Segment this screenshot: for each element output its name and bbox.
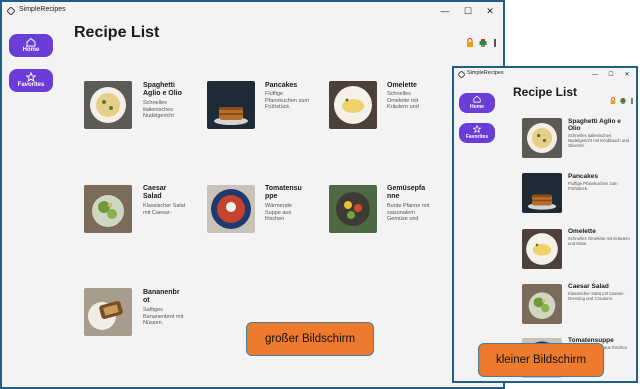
recipe-title: Omelette xyxy=(387,82,417,89)
lock-icon[interactable] xyxy=(610,97,616,105)
star-icon xyxy=(473,125,481,133)
recipe-description: Schnelles italienisches Nudelgericht mit… xyxy=(568,133,629,149)
recipe-image-pancakes xyxy=(207,81,255,129)
recipe-title: Spaghetti Aglio e Olio xyxy=(568,118,621,133)
title-bar: SimpleRecipes — ☐ ✕ xyxy=(2,2,503,22)
recipe-title: Gemüsepfa nne xyxy=(387,185,426,201)
nav-favorites-button[interactable]: Favorites xyxy=(459,123,495,143)
nav-favorites-label: Favorites xyxy=(465,134,489,140)
lock-icon[interactable] xyxy=(466,38,474,48)
app-icon xyxy=(7,7,15,15)
recipe-image-gemuesepfanne xyxy=(329,185,377,233)
minimize-button[interactable]: — xyxy=(438,4,452,18)
app-icon xyxy=(458,71,465,78)
app-title: SimpleRecipes xyxy=(19,6,66,13)
recipe-image-bananenbrot xyxy=(84,288,132,336)
recipe-image-caesar-salad xyxy=(522,284,562,324)
recipe-title: Caesar Salad xyxy=(143,185,167,201)
recipe-title: Bananenbr ot xyxy=(143,289,180,305)
callout-small-screen: kleiner Bildschirm xyxy=(478,343,604,377)
large-window: SimpleRecipes — ☐ ✕ Home Favorites Recip… xyxy=(0,0,505,389)
callout-large-screen: großer Bildschirm xyxy=(246,322,374,356)
star-icon xyxy=(26,72,36,82)
nav-home-label: Home xyxy=(22,47,40,53)
nav-favorites-label: Favorites xyxy=(17,82,45,88)
recipe-image-caesar-salad xyxy=(84,185,132,233)
minimize-button[interactable]: — xyxy=(588,68,602,82)
nav-home-label: Home xyxy=(470,104,484,110)
maximize-button[interactable]: ☐ xyxy=(604,68,618,82)
recipe-image-pancakes xyxy=(522,173,562,213)
recipe-image-tomatensuppe xyxy=(207,185,255,233)
recipe-description: Saftiges Bananenbrot mit Nüssen. xyxy=(143,307,184,327)
printer-icon[interactable] xyxy=(479,38,487,48)
home-icon xyxy=(26,37,36,47)
recipe-description: Schnelles Omelette mit Kräutern und Käse… xyxy=(568,236,630,247)
more-icon[interactable] xyxy=(629,97,635,105)
nav-home-button[interactable]: Home xyxy=(459,93,495,113)
more-icon[interactable] xyxy=(491,38,499,48)
nav-favorites-button[interactable]: Favorites xyxy=(9,69,53,92)
recipe-description: Fluffige Pfannkuchen zum Frühstück. xyxy=(568,181,618,192)
close-button[interactable]: ✕ xyxy=(620,68,634,82)
printer-icon[interactable] xyxy=(620,97,626,105)
recipe-description: Fluffige Pfannkuchen zum Frühstück. xyxy=(265,91,310,111)
page-title: Recipe List xyxy=(74,24,160,41)
recipe-title: Pancakes xyxy=(568,173,598,180)
recipe-description: Wärmende Suppe aus frischen xyxy=(265,203,292,223)
recipe-description: Klassischer Salat mit Caesar- xyxy=(143,203,186,216)
recipe-description: Schnelles Omelette mit Kräutern und xyxy=(387,91,419,111)
recipe-title: Tomatensu ppe xyxy=(265,185,302,201)
page-title: Recipe List xyxy=(513,85,578,99)
title-bar: SimpleRecipes — ☐ ✕ xyxy=(454,68,636,82)
recipe-image-spaghetti xyxy=(84,81,132,129)
recipe-description: Bunte Pfanne mit saisonalem Gemüse und xyxy=(387,203,430,223)
recipe-image-omelette xyxy=(329,81,377,129)
recipe-image-spaghetti xyxy=(522,118,562,158)
small-window: SimpleRecipes — ☐ ✕ Home Favorites Recip… xyxy=(452,66,638,383)
recipe-title: Spaghetti Aglio e Olio xyxy=(143,82,182,98)
recipe-description: Klassischer Salat mit Caesar-Dressing un… xyxy=(568,291,625,302)
recipe-description: Schnelles italienisches Nudelgericht xyxy=(143,100,174,120)
app-title: SimpleRecipes xyxy=(467,70,504,76)
home-icon xyxy=(473,95,481,103)
recipe-title: Omelette xyxy=(568,228,596,235)
recipe-image-omelette xyxy=(522,229,562,269)
recipe-title: Caesar Salad xyxy=(568,283,609,290)
close-button[interactable]: ✕ xyxy=(483,4,497,18)
recipe-title: Pancakes xyxy=(265,82,298,89)
nav-home-button[interactable]: Home xyxy=(9,34,53,57)
maximize-button[interactable]: ☐ xyxy=(461,4,475,18)
